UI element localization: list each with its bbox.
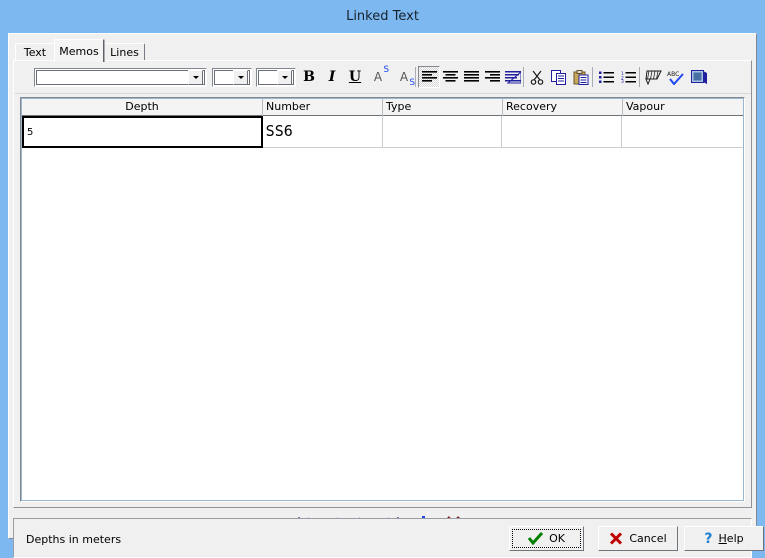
bullet-list-icon	[598, 71, 614, 83]
subscript-base: A	[399, 70, 409, 84]
chevron-down-icon	[281, 76, 288, 79]
paste-icon	[573, 69, 589, 85]
grid-header-recovery[interactable]: Recovery	[503, 99, 623, 116]
align-justify-button[interactable]	[460, 66, 482, 88]
tab-lines-label: Lines	[110, 46, 139, 59]
numbered-list-button[interactable]: 1 2 3	[617, 66, 639, 88]
align-center-button[interactable]	[439, 66, 461, 88]
exit-button[interactable]	[688, 66, 710, 88]
grid-cell-recovery[interactable]	[502, 116, 623, 148]
align-center-icon	[442, 71, 458, 82]
scissors-icon	[530, 70, 544, 85]
table-row[interactable]: 5 SS6	[22, 116, 743, 148]
tab-memos[interactable]: Memos	[54, 39, 104, 62]
cancel-x-icon	[610, 532, 623, 545]
ok-button[interactable]: OK	[509, 526, 584, 551]
memos-tab-panel: B I U AS AS 1 2 3 ABC Depth Number Type …	[13, 60, 752, 508]
tab-lines[interactable]: Lines	[104, 43, 145, 61]
subscript-icon: AS	[399, 70, 415, 88]
dialog-window: Linked Text Text Memos Lines B I U A S A…	[0, 0, 765, 558]
paste-button[interactable]	[570, 66, 592, 88]
window-title: Linked Text	[346, 9, 419, 24]
svg-text:3: 3	[621, 79, 624, 83]
font-size-combo[interactable]	[212, 68, 252, 87]
memos-grid[interactable]: Depth Number Type Recovery Vapour 5 SS6	[20, 97, 745, 502]
grid-header-type[interactable]: Type	[383, 99, 503, 116]
bullet-list-button[interactable]	[595, 66, 617, 88]
italic-button[interactable]: I	[321, 66, 343, 88]
bold-button[interactable]: B	[298, 66, 320, 88]
copy-icon	[551, 69, 566, 85]
underline-button[interactable]: U	[344, 66, 366, 88]
numbered-list-icon: 1 2 3	[621, 71, 636, 83]
formatting-toolbar: B I U AS AS 1 2 3 ABC	[15, 62, 751, 94]
tab-memos-label: Memos	[59, 44, 99, 58]
exit-icon	[690, 69, 707, 84]
font-name-combo[interactable]	[34, 68, 207, 87]
grid-header-row: Depth Number Type Recovery Vapour	[22, 99, 743, 116]
spell-check-button[interactable]: ABC	[665, 66, 687, 88]
help-rest: elp	[726, 532, 744, 545]
dialog-footer: Depths in meters OK Cancel ? Help	[13, 518, 764, 558]
font-extra-combo[interactable]	[256, 68, 296, 87]
font-name-dropdown-button[interactable]	[188, 70, 203, 85]
font-size-dropdown-button[interactable]	[233, 70, 248, 85]
spell-check-icon: ABC	[667, 71, 684, 85]
font-extra-dropdown-button[interactable]	[277, 70, 292, 85]
question-mark-icon: ?	[704, 530, 713, 547]
dialog-client-area: Text Memos Lines B I U A S A S 1 2 3 ABC…	[8, 33, 764, 558]
grid-cell-depth[interactable]: 5	[22, 116, 263, 148]
grid-header-vapour[interactable]: Vapour	[623, 99, 743, 116]
cancel-button[interactable]: Cancel	[598, 526, 678, 551]
cancel-button-label: Cancel	[629, 532, 667, 545]
grid-cell-number[interactable]: SS6	[262, 116, 383, 148]
grid-header-depth[interactable]: Depth	[22, 99, 263, 116]
status-text: Depths in meters	[26, 533, 122, 546]
spell-check-label: ABC	[667, 71, 679, 78]
superscript-base: A	[373, 70, 383, 84]
grid-cell-vapour[interactable]	[622, 116, 743, 148]
align-justify-icon	[463, 71, 479, 82]
highlight-icon	[644, 70, 662, 85]
help-button[interactable]: ? Help	[684, 526, 764, 551]
indent-button[interactable]	[502, 66, 524, 88]
grid-cell-type[interactable]	[382, 116, 503, 148]
highlight-button[interactable]	[642, 66, 664, 88]
superscript-mark: S	[383, 65, 390, 75]
help-accesskey: H	[718, 532, 727, 545]
focus-ring	[512, 529, 581, 548]
subscript-button[interactable]: AS	[393, 66, 415, 88]
align-right-button[interactable]	[481, 66, 503, 88]
superscript-button[interactable]: AS	[367, 65, 389, 88]
cut-button[interactable]	[526, 66, 548, 88]
help-button-label: Help	[719, 532, 744, 545]
chevron-down-icon	[237, 76, 244, 79]
underline-icon: U	[348, 69, 362, 85]
align-left-icon	[421, 71, 437, 82]
title-bar: Linked Text	[0, 0, 765, 33]
italic-icon: I	[328, 69, 336, 85]
tab-text-label: Text	[23, 46, 47, 59]
tab-text[interactable]: Text	[15, 43, 55, 61]
align-left-button[interactable]	[418, 66, 440, 88]
superscript-icon: AS	[373, 65, 389, 84]
bold-icon: B	[303, 69, 315, 85]
chevron-down-icon	[192, 76, 199, 79]
copy-button[interactable]	[548, 66, 570, 88]
align-right-icon	[484, 71, 500, 82]
grid-header-number[interactable]: Number	[263, 99, 383, 116]
indent-icon	[505, 70, 521, 83]
